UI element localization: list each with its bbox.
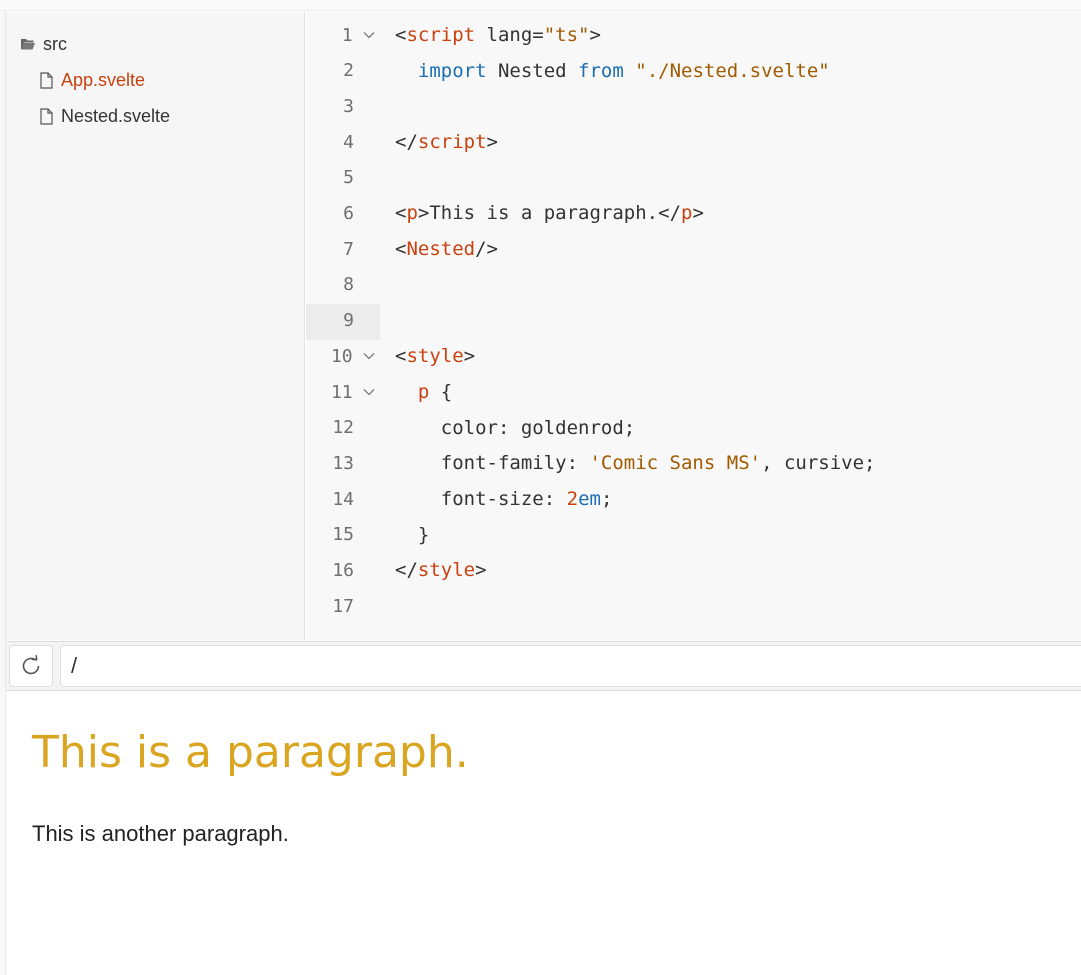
line-number-9: 9	[306, 303, 380, 339]
nested-paragraph: This is another paragraph.	[32, 821, 289, 846]
line-number-2: 2	[306, 53, 380, 89]
line-number-label: 11	[330, 381, 353, 403]
code-line-11[interactable]: p {	[395, 374, 452, 410]
line-number-10: 10	[306, 338, 380, 374]
code-line-13[interactable]: font-family: 'Comic Sans MS', cursive;	[395, 445, 876, 481]
line-number-11: 11	[306, 374, 380, 410]
line-number-label: 1	[341, 24, 353, 46]
line-number-17: 17	[306, 588, 380, 624]
file-label: App.svelte	[61, 69, 146, 90]
chevron-down-icon[interactable]	[359, 352, 380, 360]
url-text: /	[71, 653, 78, 678]
line-number-label: 5	[343, 167, 354, 189]
line-number-14: 14	[306, 481, 380, 517]
line-number-label: 8	[343, 274, 354, 296]
line-number-label: 13	[332, 452, 354, 474]
code-editor[interactable]: 1 2 3 4 5 6 7 8 9 10 11 12 13 14 15 16 17 < script lang= "…	[306, 12, 1081, 640]
code-line-6[interactable]: < p >This is a paragraph.</p >	[395, 195, 704, 231]
folder-label: src	[43, 33, 67, 54]
line-number-label: 4	[343, 131, 354, 153]
styled-paragraph: This is a paragraph.	[32, 727, 469, 778]
line-number-label: 10	[330, 345, 353, 367]
line-number-label: 2	[343, 60, 354, 82]
code-line-7[interactable]: < Nested/>	[395, 231, 498, 267]
line-number-5: 5	[306, 160, 380, 196]
chevron-down-icon[interactable]	[359, 31, 380, 39]
preview-toolbar: /	[6, 641, 1081, 691]
line-number-15: 15	[306, 517, 380, 553]
code-line-10[interactable]: < style >	[395, 338, 475, 374]
line-number-13: 13	[306, 445, 380, 481]
line-number-8: 8	[306, 267, 380, 303]
line-number-label: 12	[332, 417, 354, 439]
line-number-1: 1	[306, 17, 380, 53]
line-number-16: 16	[306, 553, 380, 589]
code-line-12[interactable]: color: goldenrod;	[395, 410, 635, 446]
top-border	[0, 0, 1081, 11]
line-number-label: 14	[332, 488, 354, 510]
file-icon	[39, 71, 54, 89]
line-number-7: 7	[306, 231, 380, 267]
code-line-2[interactable]: import Nested from "./Nested.svelte"	[395, 53, 830, 89]
line-number-6: 6	[306, 196, 380, 232]
file-icon	[39, 107, 54, 125]
tree-folder-src[interactable]: src	[20, 32, 67, 56]
code-line-16[interactable]: </style >	[395, 552, 487, 588]
url-input[interactable]: /	[60, 645, 1081, 687]
chevron-down-icon[interactable]	[359, 388, 380, 396]
line-number-label: 15	[332, 524, 354, 546]
file-tree-sidebar: src App.svelte Nested.svelte	[6, 12, 305, 640]
folder-open-icon	[20, 37, 36, 51]
file-label: Nested.svelte	[61, 105, 171, 126]
preview-pane: This is a paragraph. This is another par…	[6, 691, 1081, 975]
line-number-4: 4	[306, 124, 380, 160]
tree-file-app-svelte[interactable]: App.svelte	[39, 68, 145, 92]
line-number-label: 7	[343, 238, 354, 260]
line-number-label: 9	[343, 310, 354, 332]
line-number-3: 3	[306, 88, 380, 124]
line-number-12: 12	[306, 410, 380, 446]
line-number-label: 16	[332, 560, 354, 581]
code-line-1[interactable]: < script lang= "ts" >	[395, 17, 601, 53]
reload-icon	[19, 654, 43, 678]
line-number-label: 3	[343, 95, 354, 117]
line-number-label: 17	[332, 595, 354, 617]
reload-button[interactable]	[9, 645, 53, 687]
line-number-label: 6	[343, 203, 354, 224]
tree-file-nested-svelte[interactable]: Nested.svelte	[39, 104, 170, 128]
code-line-15[interactable]: }	[395, 517, 429, 553]
code-line-4[interactable]: </script >	[395, 124, 498, 160]
code-line-14[interactable]: font-size: 2 em;	[395, 481, 613, 517]
